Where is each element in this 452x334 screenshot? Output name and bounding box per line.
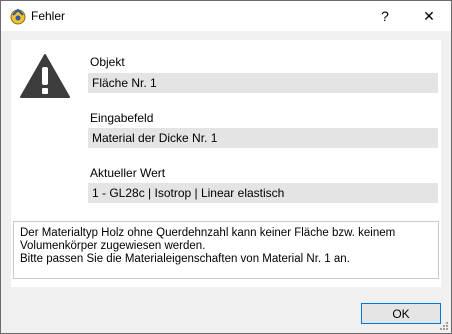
close-button[interactable]: ✕: [407, 1, 451, 31]
input-field-value: Material der Dicke Nr. 1: [88, 128, 438, 148]
object-value: Fläche Nr. 1: [88, 73, 438, 93]
message-line-3: Bitte passen Sie die Materialeigenschaft…: [20, 253, 350, 265]
object-label: Objekt: [90, 55, 125, 69]
resize-grip[interactable]: [439, 321, 449, 331]
window-title: Fehler: [31, 9, 66, 23]
ok-button[interactable]: OK: [361, 303, 441, 324]
current-value-label: Aktueller Wert: [90, 166, 166, 180]
input-field-label: Eingabefeld: [90, 111, 154, 125]
title-bar[interactable]: Fehler ? ✕: [1, 1, 451, 31]
error-dialog: Fehler ? ✕ Objekt Fläche Nr. 1 Eingabefe…: [0, 0, 452, 334]
warning-icon: [20, 54, 70, 98]
help-icon: ?: [381, 8, 389, 24]
error-message: Der Materialtyp Holz ohne Querdehnzahl k…: [13, 221, 439, 279]
message-line-1: Der Materialtyp Holz ohne Querdehnzahl k…: [20, 227, 396, 239]
close-icon: ✕: [423, 7, 435, 24]
help-button[interactable]: ?: [363, 1, 407, 31]
ok-button-label: OK: [392, 306, 410, 321]
current-value-value: 1 - GL28c | Isotrop | Linear elastisch: [88, 183, 438, 203]
message-line-2: Volumenkörper zugewiesen werden.: [20, 240, 206, 252]
app-icon: [10, 8, 26, 25]
